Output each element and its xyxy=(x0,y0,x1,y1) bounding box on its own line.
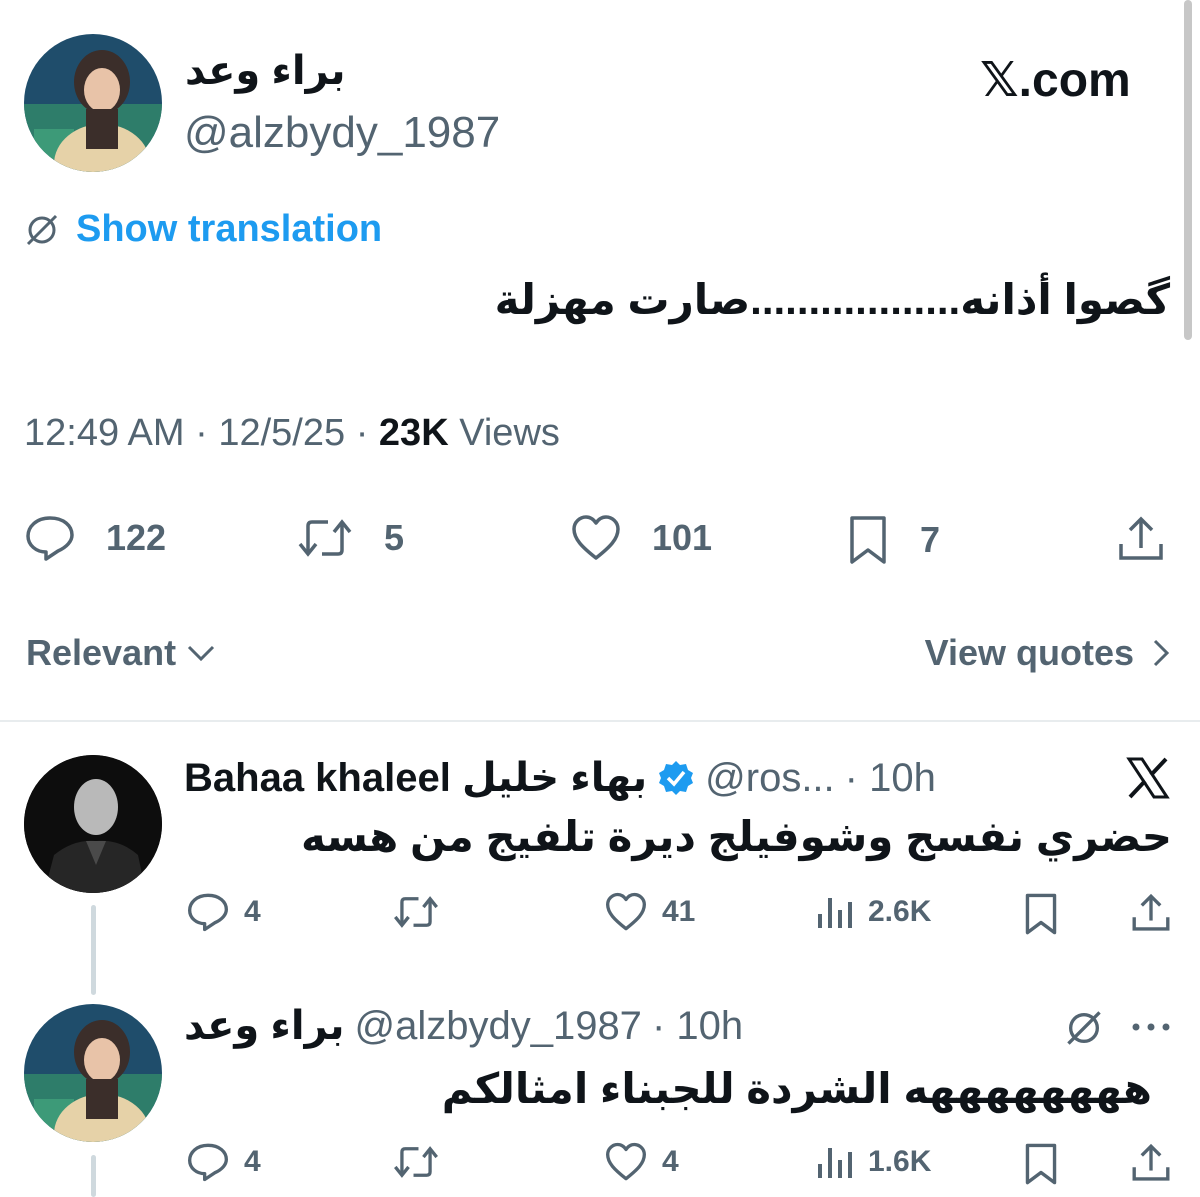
like-count: 101 xyxy=(652,517,713,558)
chevron-down-icon xyxy=(186,643,216,663)
x-logo-icon xyxy=(1126,757,1170,799)
share-button[interactable] xyxy=(1116,514,1166,564)
like-button[interactable]: 41 xyxy=(604,892,695,932)
tweet-date[interactable]: 12/5/25 xyxy=(218,412,345,454)
like-button[interactable]: 4 xyxy=(604,1142,679,1182)
reply-avatar[interactable] xyxy=(24,755,162,893)
reply-sort-dropdown[interactable]: Relevant xyxy=(26,632,216,674)
tweet-text: گصوا أذانه..................صارت مهزلة xyxy=(494,276,1170,323)
chevron-right-icon xyxy=(1152,638,1170,668)
like-count: 41 xyxy=(662,895,696,928)
bookmark-button[interactable] xyxy=(1022,892,1060,936)
share-icon xyxy=(1130,1142,1172,1184)
views-button[interactable]: 2.6K xyxy=(814,892,931,932)
bookmark-icon xyxy=(846,514,890,566)
reply-avatar[interactable] xyxy=(24,1004,162,1142)
repost-icon xyxy=(392,1142,440,1182)
reply-count: 4 xyxy=(244,1145,261,1178)
thread-line xyxy=(91,905,96,995)
sort-label: Relevant xyxy=(26,632,177,673)
reply-author-name[interactable]: براء وعد xyxy=(184,1003,344,1049)
share-button[interactable] xyxy=(1130,892,1172,934)
bookmark-count: 7 xyxy=(920,519,941,560)
reply-header: Bahaa khaleel بهاء خليل @ros... · 10h xyxy=(184,755,936,801)
repost-button[interactable]: 5 xyxy=(296,514,404,562)
translate-icon xyxy=(24,212,60,248)
reply-time[interactable]: · 10h xyxy=(845,756,936,801)
repost-count: 5 xyxy=(384,517,405,558)
author-name[interactable]: براء وعد xyxy=(185,48,345,94)
more-options-icon[interactable] xyxy=(1130,1020,1172,1034)
repost-icon xyxy=(392,892,440,932)
heart-icon xyxy=(570,514,622,562)
share-icon xyxy=(1116,514,1166,564)
repost-icon xyxy=(296,514,354,562)
like-count: 4 xyxy=(662,1145,679,1178)
show-translation-label: Show translation xyxy=(76,208,383,250)
tweet-metadata: 12:49 AM · 12/5/25 · 23K Views xyxy=(24,412,560,455)
bookmark-button[interactable] xyxy=(1022,1142,1060,1186)
bookmark-icon xyxy=(1022,1142,1060,1186)
thread-line xyxy=(91,1155,96,1197)
author-handle[interactable]: @alzbydy_1987 xyxy=(184,108,500,158)
reply-icon xyxy=(24,514,76,562)
reply-button[interactable]: 4 xyxy=(186,1142,261,1182)
reply-icon xyxy=(186,1142,230,1182)
views-count: 1.6K xyxy=(868,1145,932,1178)
analytics-icon xyxy=(814,1142,854,1182)
reply-handle[interactable]: @alzbydy_1987 xyxy=(354,1004,641,1049)
meta-separator: · xyxy=(355,412,369,454)
share-button[interactable] xyxy=(1130,1142,1172,1184)
heart-icon xyxy=(604,892,648,932)
reply-handle[interactable]: @ros... xyxy=(705,756,835,801)
reply-icon xyxy=(186,892,230,932)
show-translation-link[interactable]: Show translation xyxy=(24,208,382,251)
views-count: 2.6K xyxy=(868,895,932,928)
reply-header: براء وعد @alzbydy_1987 · 10h xyxy=(184,1003,743,1049)
tweet-time[interactable]: 12:49 AM xyxy=(24,412,185,454)
analytics-icon xyxy=(814,892,854,932)
meta-separator: · xyxy=(195,412,208,454)
reply-button[interactable]: 4 xyxy=(186,892,261,932)
reply-count: 4 xyxy=(244,895,261,928)
views-label: Views xyxy=(459,412,560,454)
like-button[interactable]: 101 xyxy=(570,514,712,562)
reply-count: 122 xyxy=(106,517,167,558)
reply-text: ههههههههه الشردة للجبناء امثالكم xyxy=(441,1065,1152,1112)
share-icon xyxy=(1130,892,1172,934)
view-quotes-link[interactable]: View quotes xyxy=(925,632,1170,674)
repost-button[interactable] xyxy=(392,892,440,932)
reply-author-name[interactable]: Bahaa khaleel بهاء خليل xyxy=(184,755,647,801)
bookmark-icon xyxy=(1022,892,1060,936)
reply-button[interactable]: 122 xyxy=(24,514,166,562)
view-quotes-label: View quotes xyxy=(924,632,1134,673)
author-avatar[interactable] xyxy=(24,34,162,172)
views-button[interactable]: 1.6K xyxy=(814,1142,931,1182)
divider xyxy=(0,720,1200,722)
tweet-actions-bar: 122 5 101 7 xyxy=(0,508,1200,568)
reply-text: حضري نفسج وشوفيلج ديرة تلفيج من هسه xyxy=(300,813,1172,860)
reply-time[interactable]: · 10h xyxy=(652,1004,743,1049)
translate-icon[interactable] xyxy=(1064,1008,1104,1048)
bookmark-button[interactable]: 7 xyxy=(846,514,940,566)
scrollbar[interactable] xyxy=(1184,0,1192,340)
heart-icon xyxy=(604,1142,648,1182)
views-count: 23K xyxy=(378,412,449,454)
verified-badge-icon xyxy=(657,759,695,797)
repost-button[interactable] xyxy=(392,1142,440,1182)
x-brand-logo: 𝕏.com xyxy=(980,54,1131,107)
